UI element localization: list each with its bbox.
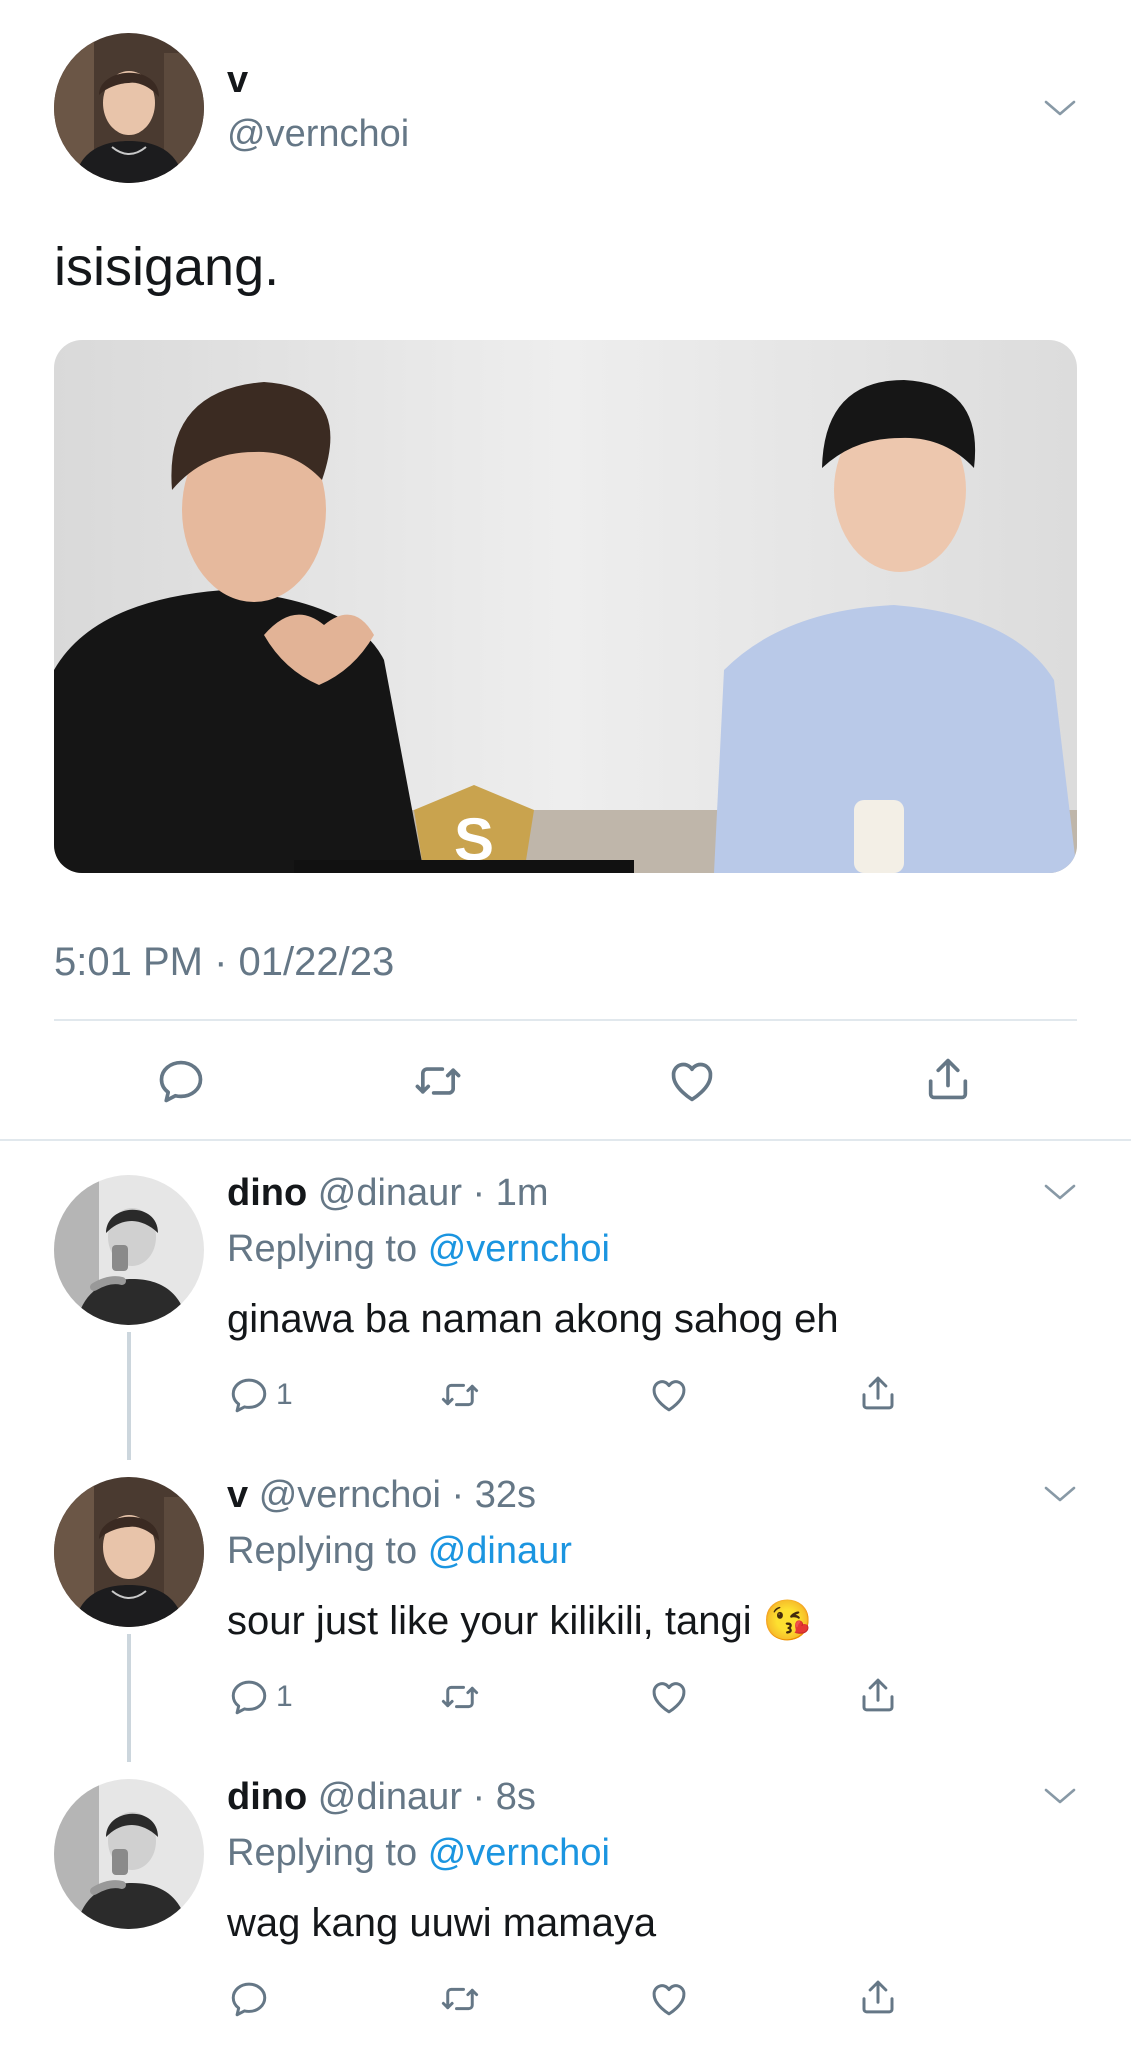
heart-icon (666, 1055, 718, 1107)
avatar-image (54, 1477, 204, 1627)
replying-prefix: Replying to (227, 1530, 418, 1572)
thread-line (127, 1634, 131, 1762)
retweet-icon (437, 1676, 483, 1718)
heart-icon (648, 1374, 690, 1416)
reply-time: 32s (474, 1474, 536, 1516)
replying-to: Replying to @dinaur (227, 1528, 572, 1574)
display-name[interactable]: dino (227, 1776, 307, 1818)
replying-prefix: Replying to (227, 1832, 418, 1874)
handle[interactable]: @dinaur (318, 1172, 462, 1214)
reply-button[interactable] (155, 1055, 207, 1107)
separator-dot: · (461, 1776, 496, 1818)
share-button[interactable] (857, 1976, 899, 2018)
reply-icon (228, 1374, 270, 1416)
reply-header: dino @dinaur · 1m (227, 1170, 549, 1216)
chevron-down-icon[interactable] (1042, 96, 1078, 120)
retweet-button[interactable] (410, 1055, 466, 1107)
avatar[interactable] (54, 33, 204, 183)
like-button[interactable] (648, 1374, 690, 1416)
tweet-text: isisigang. (54, 237, 280, 297)
reply-icon (228, 1978, 270, 2020)
heart-icon (648, 1978, 690, 2020)
share-button[interactable] (922, 1053, 974, 1105)
share-button[interactable] (857, 1674, 899, 1716)
photo-image: S (54, 340, 1077, 873)
reply-count: 1 (276, 1378, 293, 1411)
retweet-icon (437, 1978, 483, 2020)
reply-text: sour just like your kilikili, tangi (227, 1599, 752, 1643)
reply-header: dino @dinaur · 8s (227, 1774, 536, 1820)
replying-to: Replying to @vernchoi (227, 1830, 610, 1876)
retweet-button[interactable] (437, 1978, 483, 2020)
display-name[interactable]: v (227, 58, 248, 102)
reply-button[interactable]: 1 (228, 1374, 293, 1416)
share-button[interactable] (857, 1372, 899, 1414)
reply-text-row: sour just like your kilikili, tangi 😘 (227, 1597, 813, 1645)
avatar-image (54, 1175, 204, 1325)
retweet-icon (410, 1055, 466, 1107)
avatar-image (54, 1779, 204, 1929)
share-icon (922, 1053, 974, 1105)
display-name[interactable]: dino (227, 1172, 307, 1214)
reply-text: ginawa ba naman akong sahog eh (227, 1297, 839, 1341)
replying-to: Replying to @vernchoi (227, 1226, 610, 1272)
section-divider (0, 1139, 1131, 1141)
mention-link[interactable]: @vernchoi (428, 1832, 610, 1874)
reply-button[interactable]: 1 (228, 1676, 293, 1718)
mention-link[interactable]: @vernchoi (428, 1228, 610, 1270)
like-button[interactable] (666, 1055, 718, 1107)
divider (54, 1019, 1077, 1021)
chevron-down-icon[interactable] (1042, 1482, 1078, 1506)
reply-time: 1m (495, 1172, 549, 1214)
handle[interactable]: @vernchoi (227, 112, 409, 156)
handle[interactable]: @dinaur (318, 1776, 462, 1818)
tweet-timestamp[interactable]: 5:01 PM · 01/22/23 (54, 938, 394, 986)
reply-time: 8s (495, 1776, 536, 1818)
avatar[interactable] (54, 1779, 204, 1929)
like-button[interactable] (648, 1676, 690, 1718)
heart-icon (648, 1676, 690, 1718)
chevron-down-icon[interactable] (1042, 1180, 1078, 1204)
handle[interactable]: @vernchoi (259, 1474, 441, 1516)
separator-dot: · (461, 1172, 496, 1214)
reply-count: 1 (276, 1680, 293, 1713)
chevron-down-icon[interactable] (1042, 1784, 1078, 1808)
share-icon (857, 1372, 899, 1414)
reply-button[interactable] (228, 1978, 270, 2020)
display-name[interactable]: v (227, 1474, 248, 1516)
replying-prefix: Replying to (227, 1228, 418, 1270)
retweet-button[interactable] (437, 1676, 483, 1718)
reply-icon (155, 1055, 207, 1107)
reply-text: wag kang uuwi mamaya (227, 1901, 657, 1945)
retweet-button[interactable] (437, 1374, 483, 1416)
retweet-icon (437, 1374, 483, 1416)
tweet-photo[interactable]: S (54, 340, 1077, 873)
avatar[interactable] (54, 1477, 204, 1627)
avatar[interactable] (54, 1175, 204, 1325)
like-button[interactable] (648, 1978, 690, 2020)
separator-dot: · (440, 1474, 475, 1516)
avatar-image (54, 33, 204, 183)
reply-header: v @vernchoi · 32s (227, 1472, 536, 1518)
thread-line (127, 1332, 131, 1460)
share-icon (857, 1674, 899, 1716)
mention-link[interactable]: @dinaur (428, 1530, 572, 1572)
kiss-emoji: 😘 (762, 1599, 813, 1643)
share-icon (857, 1976, 899, 2018)
reply-icon (228, 1676, 270, 1718)
